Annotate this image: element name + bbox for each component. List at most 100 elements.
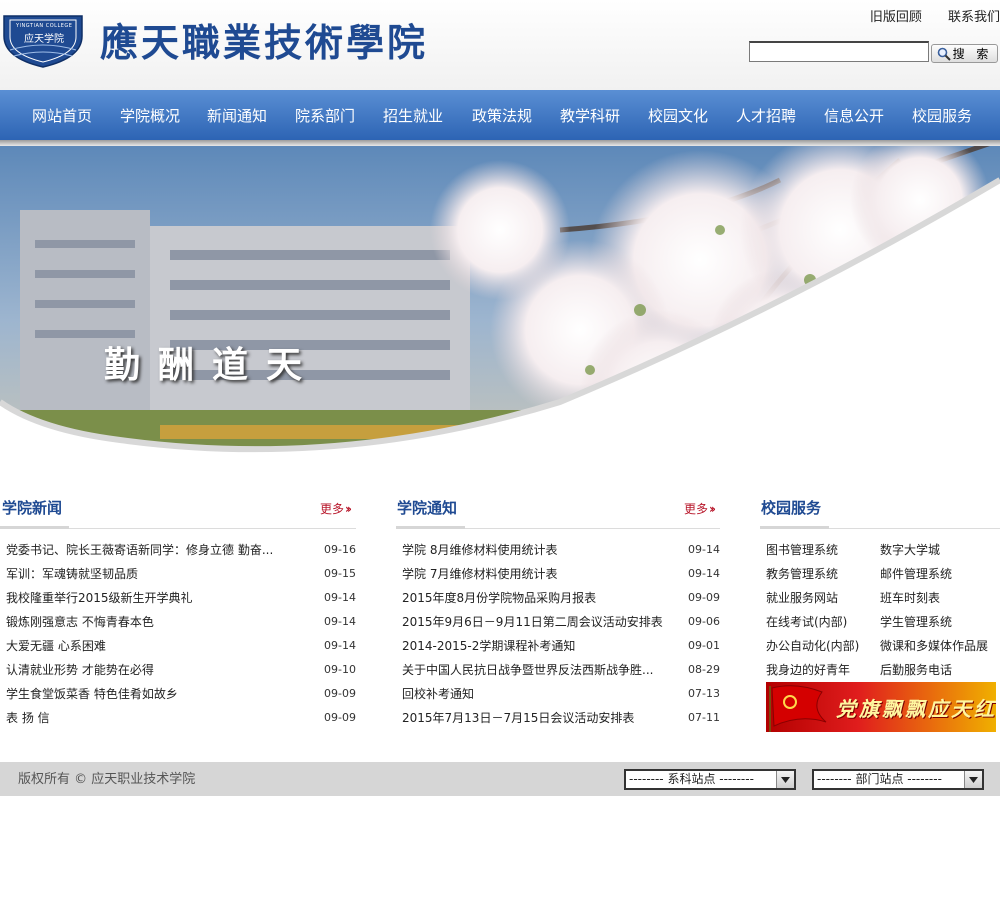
nav-item-disclosure[interactable]: 信息公开 bbox=[824, 90, 884, 140]
news-more-link[interactable]: 更多›› bbox=[320, 500, 352, 517]
nav-item-teaching[interactable]: 教学科研 bbox=[560, 90, 620, 140]
copyright-text: 版权所有 © 应天职业技术学院 bbox=[18, 772, 196, 787]
news-item-title[interactable]: 认清就业形势 才能势在必得 bbox=[6, 658, 154, 682]
nav-item-campus-services[interactable]: 校园服务 bbox=[912, 90, 972, 140]
dropdown-arrow-icon bbox=[964, 771, 982, 788]
notice-item-title[interactable]: 回校补考通知 bbox=[402, 682, 474, 706]
notice-item-title[interactable]: 2014-2015-2学期课程补考通知 bbox=[402, 634, 575, 658]
notice-item-title[interactable]: 学院 8月维修材料使用统计表 bbox=[402, 538, 557, 562]
notices-more-link[interactable]: 更多›› bbox=[684, 500, 716, 517]
news-item[interactable]: 我校隆重举行2015级新生开学典礼 09-14 bbox=[6, 586, 356, 610]
notice-item-date: 07-11 bbox=[688, 711, 720, 724]
main-nav: 网站首页 学院概况 新闻通知 院系部门 招生就业 政策法规 教学科研 校园文化 … bbox=[0, 90, 1000, 140]
news-item-date: 09-09 bbox=[324, 711, 356, 724]
news-item[interactable]: 军训：军魂铸就坚韧品质 09-15 bbox=[6, 562, 356, 586]
news-item[interactable]: 认清就业形势 才能势在必得 09-10 bbox=[6, 658, 356, 682]
nav-item-campus-culture[interactable]: 校园文化 bbox=[648, 90, 708, 140]
banner-image: 勤酬道天 bbox=[0, 140, 1000, 468]
news-item-title[interactable]: 我校隆重举行2015级新生开学典礼 bbox=[6, 586, 193, 610]
news-item-title[interactable]: 大爱无疆 心系困难 bbox=[6, 634, 106, 658]
news-item-title[interactable]: 学生食堂饭菜香 特色佳肴如故乡 bbox=[6, 682, 178, 706]
nav-item-policies[interactable]: 政策法规 bbox=[472, 90, 532, 140]
news-item-date: 09-14 bbox=[324, 615, 356, 628]
notice-item-title[interactable]: 关于中国人民抗日战争暨世界反法西斯战争胜... bbox=[402, 658, 653, 682]
nav-item-recruitment[interactable]: 人才招聘 bbox=[736, 90, 796, 140]
search-button[interactable]: 搜 索 bbox=[931, 44, 998, 63]
notice-item-date: 09-14 bbox=[688, 567, 720, 580]
service-bus-schedule[interactable]: 班车时刻表 bbox=[880, 586, 940, 610]
news-item-title[interactable]: 表 扬 信 bbox=[6, 706, 50, 730]
office-sites-selected: -------- 部门站点 -------- bbox=[817, 772, 942, 786]
office-sites-select[interactable]: -------- 部门站点 -------- bbox=[812, 769, 984, 790]
department-sites-select[interactable]: -------- 系科站点 -------- bbox=[624, 769, 796, 790]
service-office-automation[interactable]: 办公自动化(内部) bbox=[766, 634, 859, 658]
notice-item[interactable]: 2015年9月6日－9月11日第二周会议活动安排表 09-06 bbox=[402, 610, 720, 634]
news-item[interactable]: 大爱无疆 心系困难 09-14 bbox=[6, 634, 356, 658]
party-banner-text: 党旗飘飘应天红 bbox=[836, 697, 996, 721]
nav-item-home[interactable]: 网站首页 bbox=[32, 90, 92, 140]
badge-top-text: YINGTIAN COLLEGE bbox=[16, 23, 73, 29]
nav-shadow bbox=[0, 140, 1000, 146]
news-item[interactable]: 锻炼刚强意志 不悔青春本色 09-14 bbox=[6, 610, 356, 634]
college-badge-logo[interactable]: YINGTIAN COLLEGE 应天学院 bbox=[2, 10, 84, 68]
news-item-title[interactable]: 党委书记、院长王薇寄语新同学：修身立德 勤奋... bbox=[6, 538, 273, 562]
notice-item[interactable]: 回校补考通知 07-13 bbox=[402, 682, 720, 706]
service-library-system[interactable]: 图书管理系统 bbox=[766, 538, 838, 562]
news-item[interactable]: 党委书记、院长王薇寄语新同学：修身立德 勤奋... 09-16 bbox=[6, 538, 356, 562]
notice-item-title[interactable]: 2015年7月13日－7月15日会议活动安排表 bbox=[402, 706, 634, 730]
notices-section-title: 学院通知 bbox=[397, 499, 458, 517]
service-logistics-phone[interactable]: 后勤服务电话 bbox=[880, 658, 952, 682]
notice-item-title[interactable]: 学院 7月维修材料使用统计表 bbox=[402, 562, 557, 586]
service-academic-system[interactable]: 教务管理系统 bbox=[766, 562, 838, 586]
notice-item[interactable]: 关于中国人民抗日战争暨世界反法西斯战争胜... 08-29 bbox=[402, 658, 720, 682]
service-good-youth[interactable]: 我身边的好青年 bbox=[766, 658, 850, 682]
notice-item-date: 09-06 bbox=[688, 615, 720, 628]
news-item[interactable]: 学生食堂饭菜香 特色佳肴如故乡 09-09 bbox=[6, 682, 356, 706]
notice-item-title[interactable]: 2015年9月6日－9月11日第二周会议活动安排表 bbox=[402, 610, 663, 634]
notices-divider-accent bbox=[396, 526, 465, 529]
notice-item[interactable]: 2014-2015-2学期课程补考通知 09-01 bbox=[402, 634, 720, 658]
notice-item[interactable]: 学院 7月维修材料使用统计表 09-14 bbox=[402, 562, 720, 586]
badge-main-text: 应天学院 bbox=[24, 34, 64, 45]
service-online-exam[interactable]: 在线考试(内部) bbox=[766, 610, 847, 634]
nav-item-departments[interactable]: 院系部门 bbox=[295, 90, 355, 140]
news-item-date: 09-15 bbox=[324, 567, 356, 580]
notice-item-date: 09-01 bbox=[688, 639, 720, 652]
services-section-title: 校园服务 bbox=[761, 499, 822, 517]
magnifier-icon bbox=[937, 47, 951, 61]
party-flag-banner[interactable]: 党旗飘飘应天红 bbox=[766, 682, 996, 732]
news-item-date: 09-14 bbox=[324, 639, 356, 652]
banner-slogan: 勤酬道天 bbox=[104, 344, 321, 386]
old-version-link[interactable]: 旧版回顾 bbox=[870, 10, 922, 25]
more-label: 更多 bbox=[320, 502, 345, 516]
service-student-system[interactable]: 学生管理系统 bbox=[880, 610, 952, 634]
service-digital-university[interactable]: 数字大学城 bbox=[880, 538, 940, 562]
service-mail-system[interactable]: 邮件管理系统 bbox=[880, 562, 952, 586]
notice-item-date: 09-09 bbox=[688, 591, 720, 604]
news-item-date: 09-14 bbox=[324, 591, 356, 604]
double-chevron-icon: ›› bbox=[345, 502, 352, 516]
notice-item-date: 07-13 bbox=[688, 687, 720, 700]
news-item-title[interactable]: 锻炼刚强意志 不悔青春本色 bbox=[6, 610, 154, 634]
header: YINGTIAN COLLEGE 应天学院 應天職業技術學院 旧版回顾 联系我们… bbox=[0, 0, 1000, 90]
notice-item[interactable]: 2015年度8月份学院物品采购月报表 09-09 bbox=[402, 586, 720, 610]
nav-item-news[interactable]: 新闻通知 bbox=[207, 90, 267, 140]
news-item-date: 09-16 bbox=[324, 543, 356, 556]
college-name-logo[interactable]: 應天職業技術學院 bbox=[100, 12, 428, 67]
campus-blossom-picture bbox=[0, 140, 1000, 468]
service-micro-course[interactable]: 微课和多媒体作品展 bbox=[880, 634, 988, 658]
top-links: 旧版回顾 联系我们 bbox=[848, 6, 1000, 25]
contact-us-link[interactable]: 联系我们 bbox=[948, 10, 1000, 25]
notice-item-date: 08-29 bbox=[688, 663, 720, 676]
notice-item[interactable]: 2015年7月13日－7月15日会议活动安排表 07-11 bbox=[402, 706, 720, 730]
search-input[interactable] bbox=[749, 41, 929, 62]
service-employment-site[interactable]: 就业服务网站 bbox=[766, 586, 838, 610]
footer: 版权所有 © 应天职业技术学院 -------- 系科站点 -------- -… bbox=[0, 762, 1000, 796]
news-item-title[interactable]: 军训：军魂铸就坚韧品质 bbox=[6, 562, 138, 586]
notice-item[interactable]: 学院 8月维修材料使用统计表 09-14 bbox=[402, 538, 720, 562]
notice-item-title[interactable]: 2015年度8月份学院物品采购月报表 bbox=[402, 586, 596, 610]
dropdown-arrow-icon bbox=[776, 771, 794, 788]
news-item[interactable]: 表 扬 信 09-09 bbox=[6, 706, 356, 730]
nav-item-about[interactable]: 学院概况 bbox=[120, 90, 180, 140]
nav-item-admissions[interactable]: 招生就业 bbox=[383, 90, 443, 140]
